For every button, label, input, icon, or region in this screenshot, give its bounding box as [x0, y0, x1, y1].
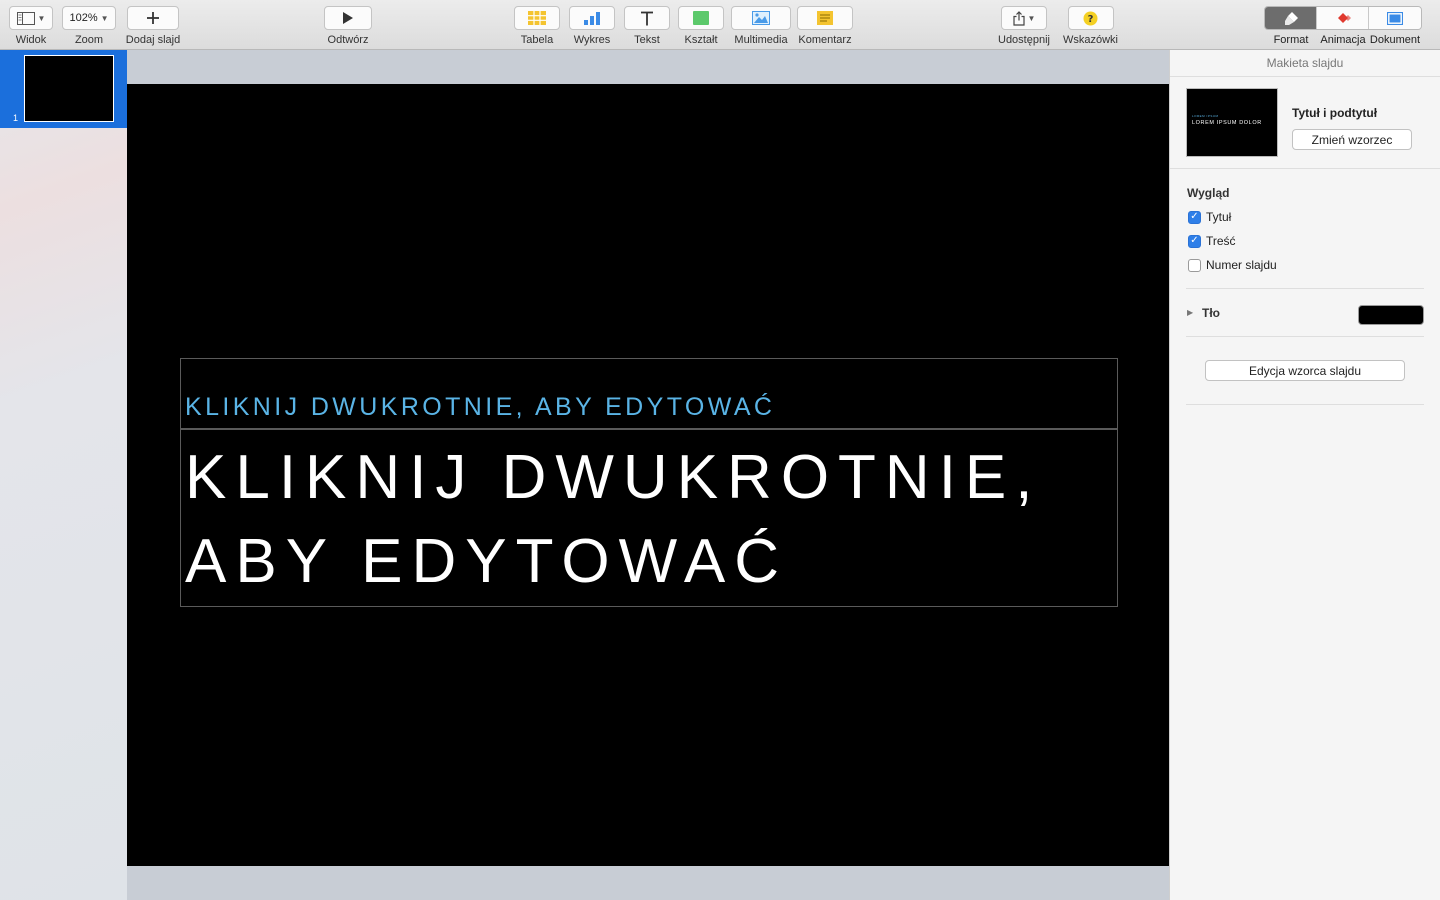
shape-label: Kształt — [684, 34, 718, 46]
title-checkbox-row[interactable]: ✓ Tytuł — [1188, 210, 1231, 224]
tips-button[interactable]: ? — [1067, 6, 1114, 30]
slide-navigator: 1 — [0, 50, 127, 900]
inspector-tabs: Format Animacja Dokument — [1264, 6, 1422, 46]
background-section: ▶ Tło — [1186, 289, 1424, 337]
tab-format[interactable] — [1265, 7, 1317, 29]
sidebar-icon — [16, 11, 35, 25]
text-label: Tekst — [634, 34, 660, 46]
shape-icon — [693, 11, 709, 25]
chevron-down-icon: ▼ — [100, 13, 109, 23]
edit-master-section: Edycja wzorca slajdu — [1186, 337, 1424, 405]
plus-icon — [147, 12, 159, 24]
comment-icon — [817, 11, 833, 25]
inspector-segmented-control — [1264, 6, 1422, 30]
tab-format-label: Format — [1273, 34, 1309, 46]
background-label: Tło — [1202, 306, 1220, 320]
document-icon — [1387, 11, 1403, 25]
master-name: Tytuł i podtytuł — [1292, 106, 1378, 120]
table-button[interactable] — [514, 6, 560, 30]
master-section: LOREM IPSUM LOREM IPSUM DOLOR Tytuł i po… — [1170, 77, 1440, 169]
share-button[interactable]: ▼ — [1000, 6, 1047, 30]
text-button[interactable] — [624, 6, 670, 30]
master-thumb-subtitle: LOREM IPSUM — [1192, 114, 1219, 118]
zoom-label: Zoom — [74, 34, 104, 46]
shape-button[interactable] — [678, 6, 724, 30]
sidebar-header: Makieta slajdu — [1170, 50, 1440, 77]
share-icon — [1012, 10, 1025, 26]
slide-number-checkbox-label: Numer slajdu — [1206, 258, 1277, 272]
paintbrush-icon — [1284, 11, 1298, 25]
toolbar: ▼ Widok 102% ▼ Zoom Dodaj slajd Odtwórz — [0, 0, 1440, 50]
table-control[interactable]: Tabela — [514, 6, 560, 46]
svg-text:?: ? — [1088, 14, 1094, 25]
media-label: Multimedia — [734, 34, 788, 46]
chart-icon — [584, 12, 600, 25]
appearance-title: Wygląd — [1187, 186, 1230, 200]
chevron-down-icon: ▼ — [1027, 13, 1036, 23]
play-icon — [343, 12, 353, 24]
edit-slide-master-button[interactable]: Edycja wzorca slajdu — [1205, 360, 1405, 381]
slide-number: 1 — [13, 113, 19, 123]
slide-number-checkbox[interactable] — [1188, 258, 1201, 272]
view-label: Widok — [15, 34, 47, 46]
title-checkbox[interactable]: ✓ — [1188, 210, 1201, 224]
share-label: Udostępnij — [998, 34, 1050, 46]
tab-document-label: Dokument — [1369, 34, 1421, 46]
media-control[interactable]: Multimedia — [731, 6, 791, 46]
zoom-select[interactable]: 102% ▼ — [62, 6, 116, 30]
inspector-sidebar: Makieta slajdu LOREM IPSUM LOREM IPSUM D… — [1169, 50, 1440, 900]
subtitle-placeholder[interactable]: KLIKNIJ DWUKROTNIE, ABY EDYTOWAĆ — [180, 358, 1118, 429]
question-icon: ? — [1083, 11, 1098, 25]
chart-label: Wykres — [573, 34, 611, 46]
disclosure-triangle-icon[interactable]: ▶ — [1187, 308, 1193, 317]
title-placeholder[interactable]: KLIKNIJ DWUKROTNIE, ABY EDYTOWAĆ — [180, 429, 1118, 607]
slide-thumbnail-row[interactable]: 1 — [0, 50, 127, 128]
add-slide-control[interactable]: Dodaj slajd — [124, 6, 182, 46]
tab-animation-label: Animacja — [1320, 34, 1366, 46]
comment-label: Komentarz — [798, 34, 852, 46]
tips-control[interactable]: ? Wskazówki — [1063, 6, 1118, 46]
slide-number-checkbox-row[interactable]: Numer slajdu — [1188, 258, 1277, 272]
chevron-down-icon: ▼ — [37, 13, 46, 23]
subtitle-text: KLIKNIJ DWUKROTNIE, ABY EDYTOWAĆ — [185, 393, 776, 421]
play-label: Odtwórz — [327, 34, 369, 46]
tab-animation[interactable] — [1317, 7, 1369, 29]
slide[interactable]: KLIKNIJ DWUKROTNIE, ABY EDYTOWAĆ KLIKNIJ… — [127, 84, 1169, 866]
master-thumb-title: LOREM IPSUM DOLOR — [1192, 120, 1262, 126]
title-text: KLIKNIJ DWUKROTNIE, ABY EDYTOWAĆ — [185, 443, 1042, 596]
tab-document[interactable] — [1369, 7, 1421, 29]
play-button[interactable] — [324, 6, 372, 30]
master-thumbnail: LOREM IPSUM LOREM IPSUM DOLOR — [1186, 88, 1278, 157]
text-control[interactable]: Tekst — [624, 6, 670, 46]
slide-thumbnail[interactable] — [24, 55, 114, 122]
comment-button[interactable] — [797, 6, 853, 30]
background-color-well[interactable] — [1358, 305, 1424, 325]
add-slide-button[interactable] — [127, 6, 179, 30]
play-control[interactable]: Odtwórz — [324, 6, 372, 46]
body-checkbox-label: Treść — [1206, 234, 1236, 248]
body-checkbox[interactable]: ✓ — [1188, 234, 1201, 248]
text-icon — [641, 11, 653, 25]
table-label: Tabela — [520, 34, 554, 46]
zoom-value: 102% — [69, 12, 98, 24]
slide-canvas: KLIKNIJ DWUKROTNIE, ABY EDYTOWAĆ KLIKNIJ… — [127, 50, 1169, 900]
appearance-section: Wygląd ✓ Tytuł ✓ Treść Numer slajdu — [1186, 169, 1424, 289]
diamond-icon — [1337, 13, 1351, 23]
media-icon — [752, 11, 770, 25]
tips-label: Wskazówki — [1063, 34, 1119, 46]
comment-control[interactable]: Komentarz — [797, 6, 853, 46]
share-control[interactable]: ▼ Udostępnij — [998, 6, 1050, 46]
view-control[interactable]: ▼ Widok — [9, 6, 53, 46]
shape-control[interactable]: Kształt — [678, 6, 724, 46]
view-button[interactable]: ▼ — [9, 6, 53, 30]
media-button[interactable] — [731, 6, 791, 30]
chart-control[interactable]: Wykres — [569, 6, 615, 46]
title-checkbox-label: Tytuł — [1206, 210, 1232, 224]
body-checkbox-row[interactable]: ✓ Treść — [1188, 234, 1236, 248]
change-master-button[interactable]: Zmień wzorzec — [1292, 129, 1412, 150]
zoom-control[interactable]: 102% ▼ Zoom — [62, 6, 116, 46]
table-icon — [528, 11, 546, 25]
add-slide-label: Dodaj slajd — [125, 34, 181, 46]
chart-button[interactable] — [569, 6, 615, 30]
